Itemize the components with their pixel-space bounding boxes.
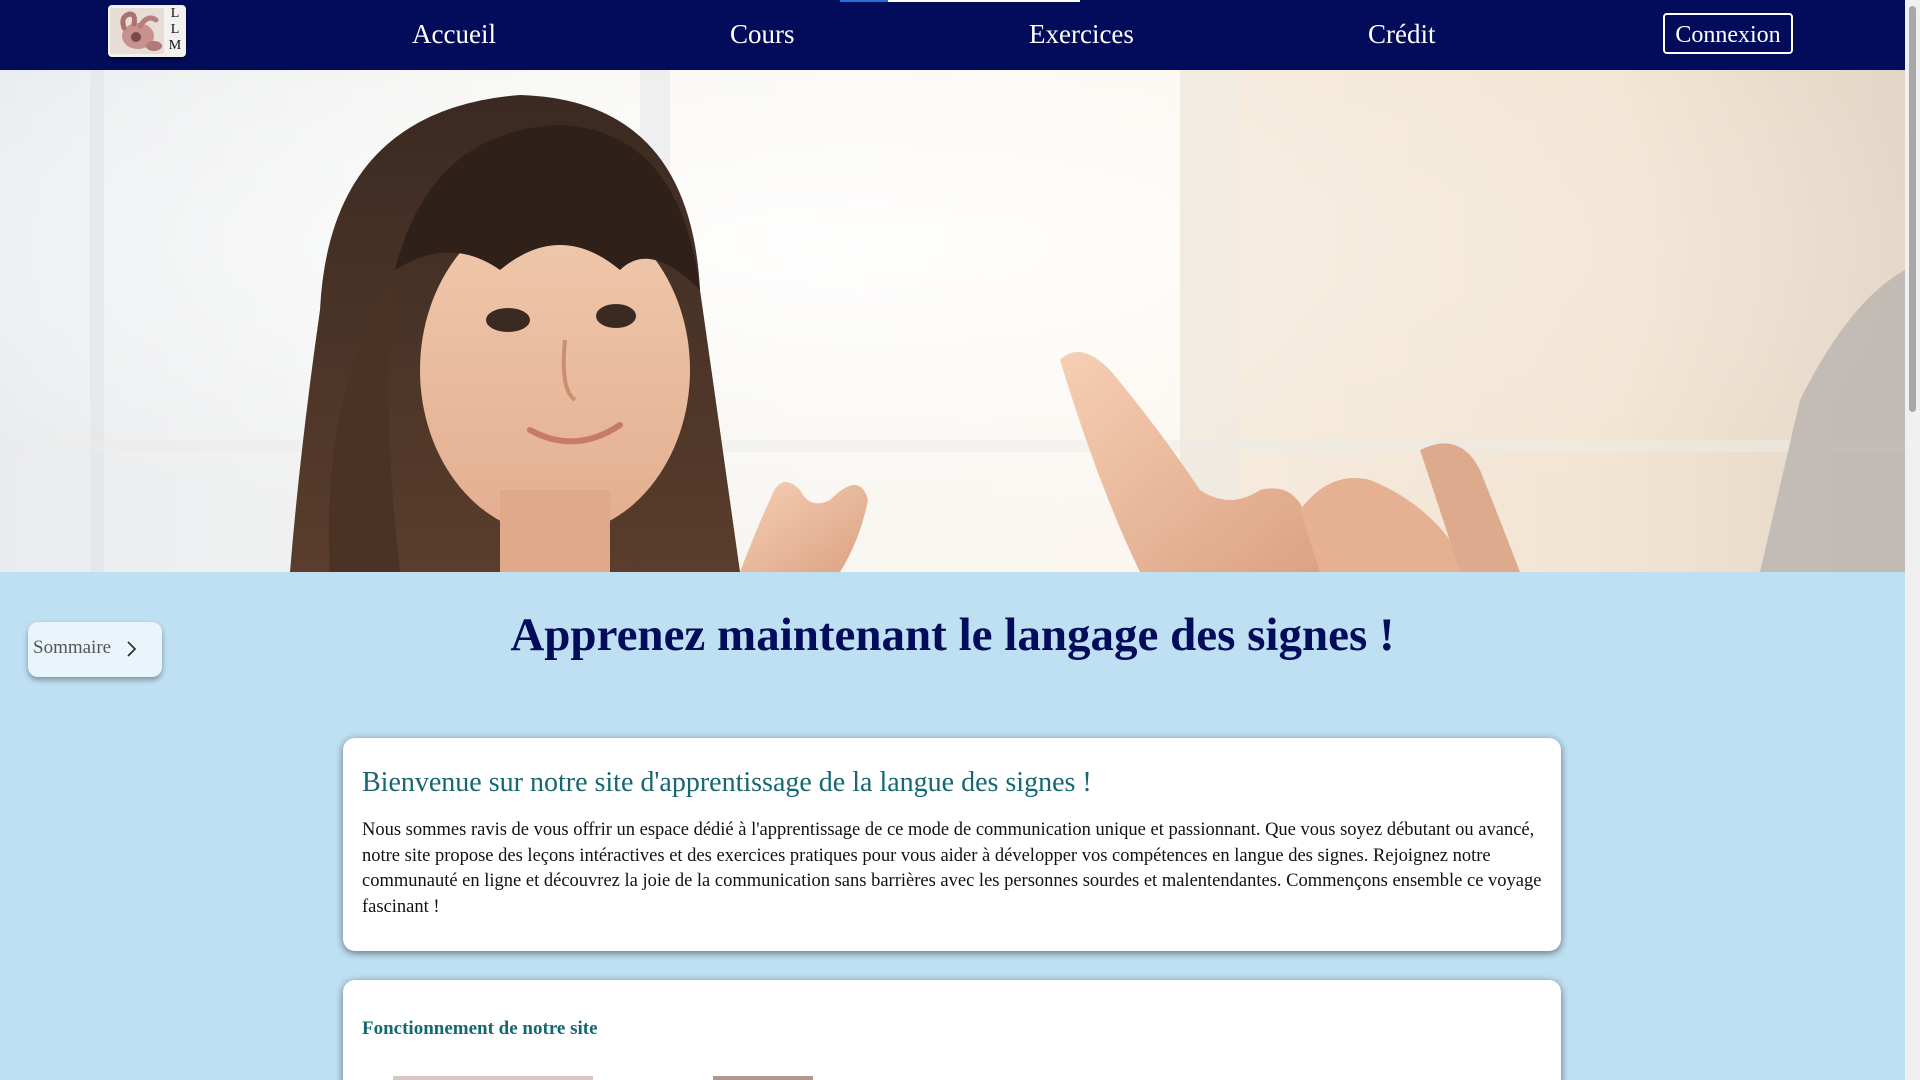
welcome-heading: Bienvenue sur notre site d'apprentissage…	[362, 767, 1092, 798]
active-nav-accent	[840, 0, 888, 2]
hand-sign-logo-icon	[110, 8, 164, 54]
logo-letter: M	[168, 38, 182, 53]
logo-letter: L	[170, 22, 180, 37]
nav-link-exercices[interactable]: Exercices	[1029, 18, 1134, 50]
site-logo[interactable]: L L M	[108, 5, 186, 57]
top-navbar: L L M Accueil Cours Exercices Crédit Con…	[0, 0, 1905, 70]
login-button[interactable]: Connexion	[1663, 13, 1793, 54]
site-functioning-heading: Fonctionnement de notre site	[362, 1018, 598, 1039]
welcome-card: Bienvenue sur notre site d'apprentissage…	[343, 738, 1561, 951]
scrollbar-thumb[interactable]	[1909, 6, 1916, 412]
logo-letters: L L M	[166, 6, 184, 54]
nav-link-credit[interactable]: Crédit	[1368, 18, 1436, 50]
nav-link-cours[interactable]: Cours	[730, 18, 795, 50]
page-title: Apprenez maintenant le langage des signe…	[510, 609, 1395, 661]
page-scrollbar[interactable]	[1905, 0, 1920, 1080]
logo-letter: L	[170, 6, 180, 21]
site-functioning-card: Fonctionnement de notre site	[343, 980, 1561, 1080]
page: L L M Accueil Cours Exercices Crédit Con…	[0, 0, 1920, 1080]
nav-link-accueil[interactable]: Accueil	[412, 18, 496, 50]
section-images-preview	[393, 1076, 813, 1080]
hero-image	[0, 70, 1905, 572]
hero-photo-illustration	[0, 70, 1905, 572]
welcome-text: Nous sommes ravis de vous offrir un espa…	[362, 820, 1542, 917]
